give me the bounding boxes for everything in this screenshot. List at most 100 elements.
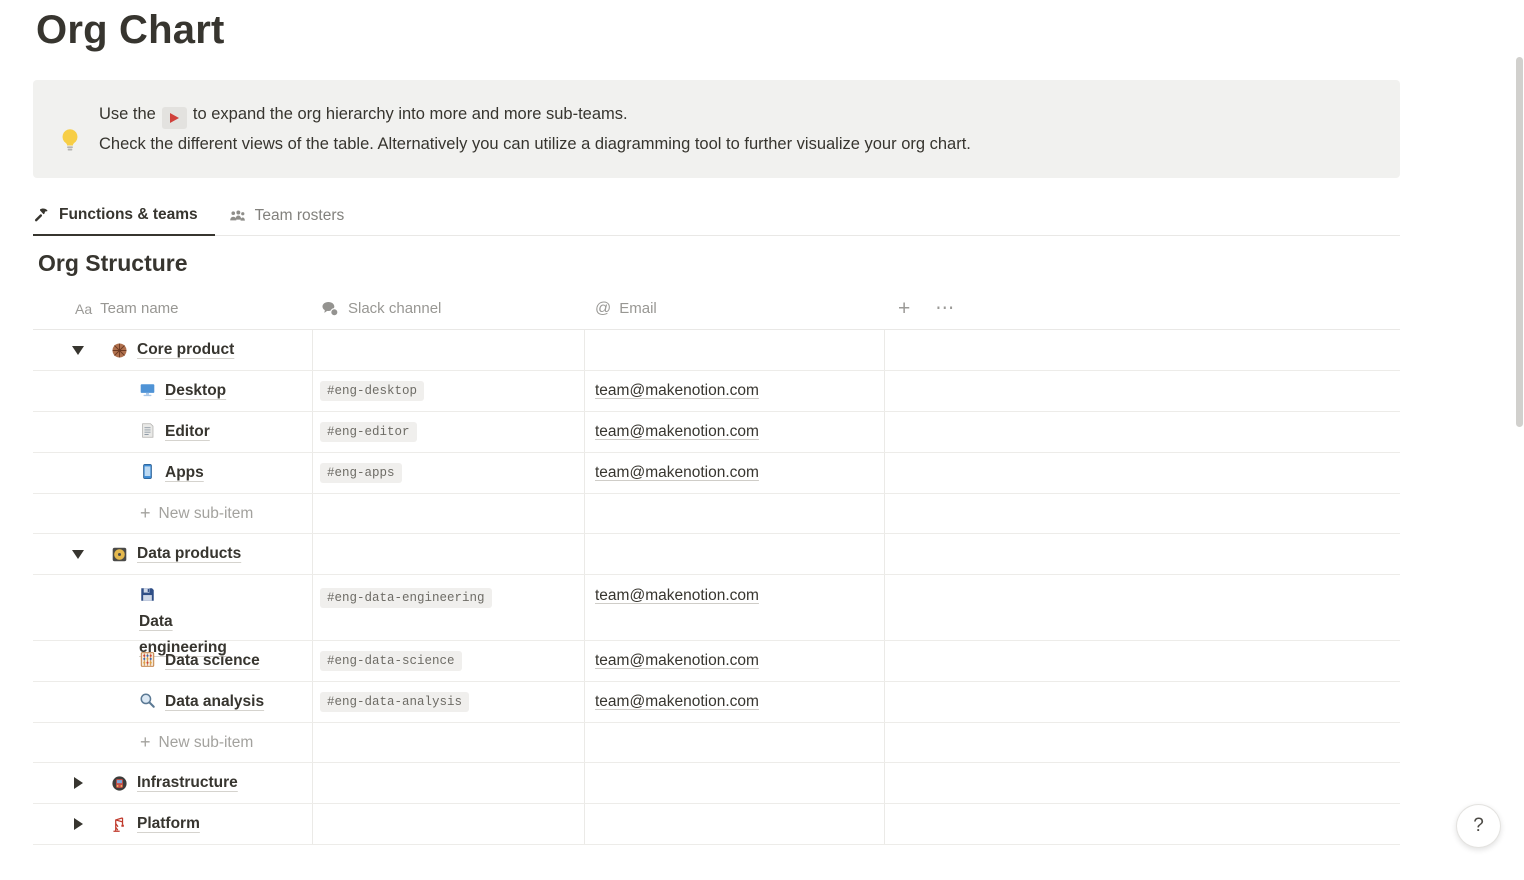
team-name-link[interactable]: Apps (165, 464, 204, 481)
slack-channel-cell[interactable]: #eng-desktop (313, 371, 585, 411)
email-cell[interactable] (585, 804, 885, 844)
slack-channel-cell[interactable] (313, 723, 585, 762)
email-cell[interactable]: team@makenotion.com (585, 682, 885, 722)
email-link[interactable]: team@makenotion.com (595, 693, 759, 711)
column-label: Slack channel (348, 300, 441, 317)
slack-channel-cell[interactable] (313, 494, 585, 533)
plus-icon: + (140, 732, 151, 753)
team-name-cell: Core product (33, 330, 313, 370)
add-property-button[interactable]: + (898, 298, 910, 319)
desktop-emoji (139, 381, 156, 398)
email-cell[interactable] (585, 494, 885, 533)
table-row: Infrastructure (33, 763, 1400, 804)
slack-channel-cell[interactable]: #eng-data-analysis (313, 682, 585, 722)
empty-cell (885, 804, 1400, 844)
new-sub-item-button[interactable]: + New sub-item (140, 503, 253, 524)
lightbulb-icon (57, 102, 83, 178)
empty-cell (885, 412, 1400, 452)
team-name-cell: Editor (33, 412, 313, 452)
header-actions: + ⋯ (885, 298, 1400, 319)
slack-channel-cell[interactable]: #eng-editor (313, 412, 585, 452)
email-cell[interactable]: team@makenotion.com (585, 453, 885, 493)
help-button[interactable]: ? (1456, 804, 1501, 848)
email-cell[interactable]: team@makenotion.com (585, 371, 885, 411)
plus-icon: + (140, 503, 151, 524)
email-cell[interactable] (585, 330, 885, 370)
toggle-expanded-icon[interactable] (71, 346, 85, 355)
slack-channel-cell[interactable] (313, 534, 585, 574)
slack-channel-tag[interactable]: #eng-apps (320, 463, 402, 483)
email-cell[interactable] (585, 763, 885, 803)
table-row: Data engineering#eng-data-engineeringtea… (33, 575, 1400, 641)
sub-team-entry: Apps (33, 460, 204, 486)
triangle-glyph (72, 346, 84, 355)
slack-channel-cell[interactable]: #eng-data-engineering (313, 575, 585, 640)
toggle-collapsed-icon[interactable] (71, 818, 85, 830)
team-name-link[interactable]: Editor (165, 423, 210, 440)
callout-line-1: Use the to expand the org hierarchy into … (99, 99, 971, 129)
table-row: Editor #eng-editor team@makenotion.com (33, 412, 1400, 453)
core-product-emoji (111, 342, 128, 359)
slack-channel-tag[interactable]: #eng-data-engineering (320, 588, 492, 608)
email-link[interactable]: team@makenotion.com (595, 382, 759, 400)
tab-team-rosters[interactable]: Team rosters (229, 196, 345, 235)
callout-line1-before: Use the (99, 105, 156, 123)
email-cell[interactable] (585, 723, 885, 762)
column-header-email[interactable]: @ Email (585, 300, 885, 318)
slack-channel-cell[interactable]: #eng-apps (313, 453, 585, 493)
email-link[interactable]: team@makenotion.com (595, 587, 759, 605)
slack-channel-cell[interactable] (313, 330, 585, 370)
slack-channel-cell[interactable] (313, 763, 585, 803)
new-sub-item-row: + New sub-item (33, 494, 1400, 534)
team-name-link[interactable]: Data analysis (165, 693, 264, 710)
empty-cell (885, 534, 1400, 574)
team-name-link[interactable]: Data products (137, 545, 241, 563)
new-sub-item-label: New sub-item (159, 505, 254, 523)
toggle-collapsed-icon[interactable] (71, 777, 85, 789)
column-header-team-name[interactable]: Aa Team name (33, 300, 313, 317)
table-row: Core product (33, 330, 1400, 371)
email-link[interactable]: team@makenotion.com (595, 423, 759, 441)
text-type-icon: Aa (75, 301, 92, 317)
team-name-link[interactable]: Data science (165, 652, 260, 669)
column-header-slack-channel[interactable]: Slack channel (313, 300, 585, 317)
slack-channel-tag[interactable]: #eng-data-science (320, 651, 462, 671)
tab-label: Functions & teams (59, 206, 198, 224)
team-name-cell: Data analysis (33, 682, 313, 722)
notion-page: Org Chart Use the to expand the org hiera… (0, 0, 1524, 880)
slack-channel-tag[interactable]: #eng-desktop (320, 381, 424, 401)
sub-team-entry: Desktop (33, 378, 226, 404)
team-name-link[interactable]: Core product (137, 341, 234, 359)
slack-channel-tag[interactable]: #eng-editor (320, 422, 417, 442)
team-name-link[interactable]: Infrastructure (137, 774, 238, 792)
slack-channel-cell[interactable]: #eng-data-science (313, 641, 585, 681)
team-name-link[interactable]: Platform (137, 815, 200, 833)
toggle-expanded-icon[interactable] (71, 550, 85, 559)
team-name-link[interactable]: Desktop (165, 382, 226, 399)
email-cell[interactable]: team@makenotion.com (585, 575, 885, 640)
callout-line1-after: to expand the org hierarchy into more an… (193, 105, 628, 123)
table-row: Data analysis #eng-data-analysis team@make… (33, 682, 1400, 723)
sub-team-entry: Data analysis (33, 689, 264, 715)
page-title[interactable]: Org Chart (36, 8, 224, 53)
new-sub-item-button[interactable]: +New sub-item (140, 732, 253, 753)
vertical-scrollbar-thumb[interactable] (1516, 57, 1523, 427)
empty-cell (885, 575, 1400, 640)
table-row: Data products (33, 534, 1400, 575)
email-cell[interactable] (585, 534, 885, 574)
slack-channel-cell[interactable] (313, 804, 585, 844)
database-title[interactable]: Org Structure (38, 250, 188, 277)
triangle-glyph (74, 818, 83, 830)
table-options-button[interactable]: ⋯ (935, 299, 954, 318)
slack-channel-tag[interactable]: #eng-data-analysis (320, 692, 469, 712)
email-link[interactable]: team@makenotion.com (595, 652, 759, 670)
editor-emoji (139, 422, 156, 439)
email-link[interactable]: team@makenotion.com (595, 464, 759, 482)
table-row: Desktop #eng-desktop team@makenotion.com (33, 371, 1400, 412)
email-cell[interactable]: team@makenotion.com (585, 641, 885, 681)
table-header: Aa Team name Slack channel @ Email + ⋯ (33, 288, 1400, 330)
tab-functions-and-teams[interactable]: Functions & teams (33, 197, 215, 236)
table-row: Apps #eng-apps team@makenotion.com (33, 453, 1400, 494)
email-cell[interactable]: team@makenotion.com (585, 412, 885, 452)
empty-cell (885, 723, 1400, 762)
